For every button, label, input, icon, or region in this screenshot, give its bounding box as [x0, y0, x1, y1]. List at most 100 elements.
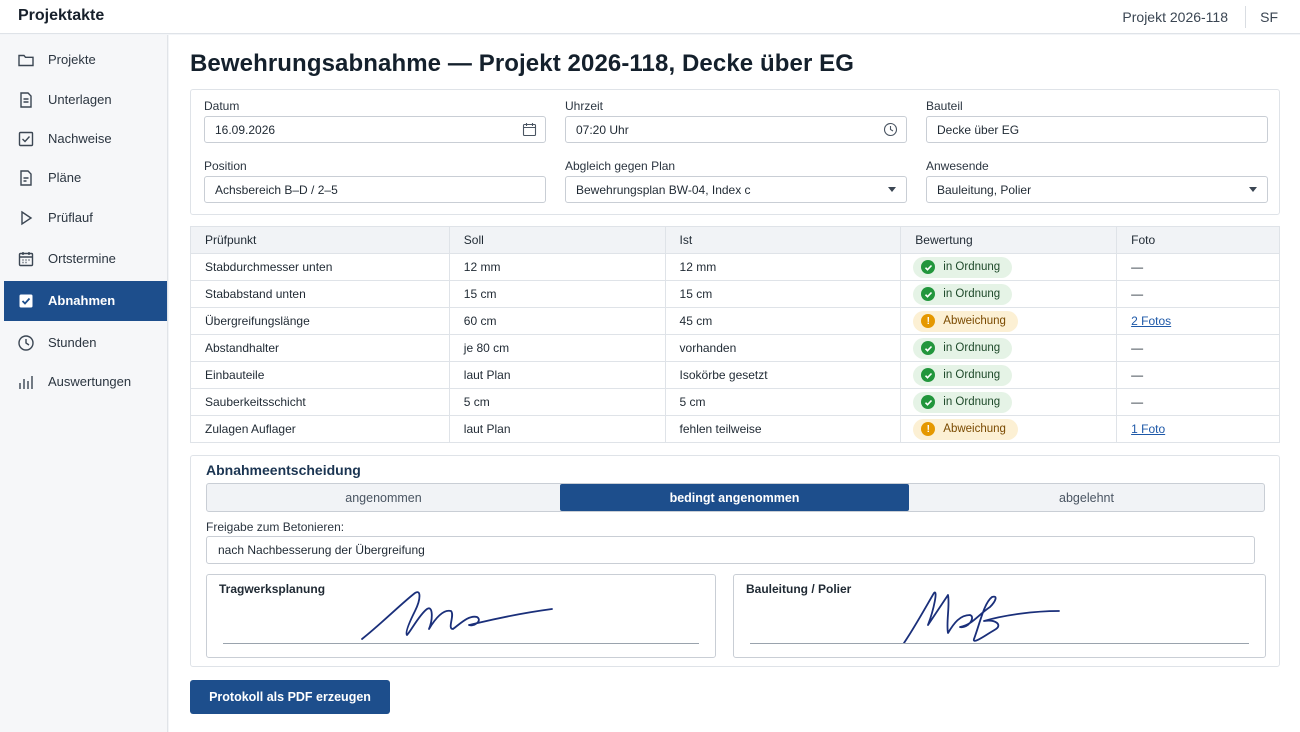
header-soll: Soll	[448, 226, 666, 254]
bar-chart-icon	[17, 373, 35, 391]
table-row: Sauberkeitsschicht 5 cm 5 cm in Ordnung —	[190, 388, 1280, 416]
cell-pruefpunkt: Übergreifungslänge	[190, 307, 450, 335]
page-title: Bewehrungsabnahme — Projekt 2026-118, De…	[190, 50, 855, 77]
datum-field[interactable]: 16.09.2026	[204, 116, 546, 143]
cell-ist: 12 mm	[664, 253, 902, 281]
table-row: Abstandhalter je 80 cm vorhanden in Ordnung…	[190, 334, 1280, 362]
datum-label: Datum	[204, 99, 240, 113]
sidebar-item-plaene[interactable]: Pläne	[4, 158, 167, 198]
status-badge-label: in Ordnung	[943, 342, 1001, 354]
warning-circle-icon: !	[921, 422, 936, 436]
cell-soll: laut Plan	[448, 415, 666, 443]
header-ist: Ist	[664, 226, 902, 254]
table-row: Stabdurchmesser unten 12 mm 12 mm in Ordnun…	[190, 253, 1280, 281]
signature-image	[361, 591, 553, 640]
bauteil-label: Bauteil	[926, 99, 963, 113]
cell-ist: vorhanden	[664, 334, 902, 362]
clock-icon	[17, 334, 35, 352]
clock-icon[interactable]	[883, 122, 898, 137]
status-badge-label: in Ordnung	[943, 288, 1001, 300]
status-badge: in Ordnung	[913, 364, 1013, 386]
signature-field-tragwerksplanung[interactable]: Tragwerksplanung	[206, 574, 716, 658]
photo-empty: —	[1131, 287, 1144, 301]
check-circle-icon	[921, 368, 936, 382]
anwesende-select[interactable]: Bauleitung, Polier	[926, 176, 1268, 203]
table-row: Einbauteile laut Plan Isokörbe gesetzt in O…	[190, 361, 1280, 389]
signature-field-bauleitung[interactable]: Bauleitung / Polier	[733, 574, 1266, 658]
sidebar-item-label: Prüflauf	[48, 210, 93, 225]
cell-pruefpunkt: Sauberkeitsschicht	[190, 388, 450, 416]
sidebar-item-auswertungen[interactable]: Auswertungen	[4, 362, 167, 402]
photo-link[interactable]: 2 Fotos	[1131, 314, 1171, 328]
sidebar-item-projekte[interactable]: Projekte	[4, 40, 167, 80]
project-label[interactable]: Projekt 2026-118	[1122, 9, 1228, 25]
top-bar: Projektakte Projekt 2026-118 SF	[0, 0, 1300, 34]
sidebar-item-abnahmen[interactable]: Abnahmen	[4, 281, 167, 321]
position-label: Position	[204, 159, 247, 173]
check-circle-icon	[921, 287, 936, 301]
cell-soll: je 80 cm	[448, 334, 666, 362]
option-angenommen[interactable]: angenommen	[207, 484, 560, 511]
photo-link[interactable]: 1 Foto	[1131, 422, 1165, 436]
sidebar-item-label: Nachweise	[48, 131, 112, 146]
table-row: Übergreifungslänge 60 cm 45 cm! Abweichung 2…	[190, 307, 1280, 335]
status-badge-label: in Ordnung	[943, 261, 1001, 273]
anwesende-value: Bauleitung, Polier	[937, 183, 1032, 197]
sidebar-item-unterlagen[interactable]: Unterlagen	[4, 80, 167, 120]
signature-image	[903, 591, 1060, 644]
check-circle-icon	[921, 341, 936, 355]
cell-pruefpunkt: Abstandhalter	[190, 334, 450, 362]
cell-soll: 60 cm	[448, 307, 666, 335]
form-card: Datum 16.09.2026 Uhrzeit 07:20 Uhr Baute…	[190, 89, 1280, 215]
play-icon	[17, 209, 35, 227]
cell-foto[interactable]: 1 Foto	[1116, 415, 1280, 443]
option-bedingt-angenommen[interactable]: bedingt angenommen	[560, 484, 909, 511]
cell-ist: 15 cm	[664, 280, 902, 308]
sidebar-item-nachweise[interactable]: Nachweise	[4, 119, 167, 159]
decision-segmented-control: angenommen bedingt angenommen abgelehnt	[206, 483, 1265, 512]
datum-value: 16.09.2026	[215, 123, 276, 137]
cell-foto[interactable]: 2 Fotos	[1116, 307, 1280, 335]
create-pdf-button[interactable]: Protokoll als PDF erzeugen	[190, 680, 390, 714]
status-badge: in Ordnung	[913, 391, 1013, 413]
cell-bewertung: ! Abweichung	[900, 307, 1118, 335]
sidebar: Projekte Unterlagen Nachweise Pläne Prüf…	[0, 35, 168, 732]
check-table: Prüfpunkt Soll Ist Bewertung Foto Stabdu…	[190, 226, 1280, 443]
check-circle-icon	[921, 395, 936, 409]
status-badge: ! Abweichung	[913, 310, 1018, 332]
app-title: Projektakte	[18, 7, 105, 24]
warning-circle-icon: !	[921, 314, 936, 328]
uhrzeit-field[interactable]: 07:20 Uhr	[565, 116, 907, 143]
sidebar-item-ortstermine[interactable]: Ortstermine	[4, 239, 167, 279]
sidebar-item-stunden[interactable]: Stunden	[4, 323, 167, 363]
abgleich-select[interactable]: Bewehrungsplan BW-04, Index c	[565, 176, 907, 203]
cell-bewertung: in Ordnung	[900, 361, 1118, 389]
header-pruefpunkt: Prüfpunkt	[190, 226, 450, 254]
status-badge-label: in Ordnung	[943, 369, 1001, 381]
table-header-row: Prüfpunkt Soll Ist Bewertung Foto	[190, 226, 1280, 254]
option-abgelehnt[interactable]: abgelehnt	[909, 484, 1264, 511]
chevron-down-icon[interactable]	[888, 187, 896, 192]
cell-soll: 5 cm	[448, 388, 666, 416]
position-field[interactable]: Achsbereich B–D / 2–5	[204, 176, 546, 203]
document-icon	[17, 91, 35, 109]
sidebar-item-label: Projekte	[48, 52, 96, 67]
uhrzeit-label: Uhrzeit	[565, 99, 604, 113]
bauteil-field[interactable]: Decke über EG	[926, 116, 1268, 143]
calendar-icon[interactable]	[522, 122, 537, 137]
table-row: Stababstand unten 15 cm 15 cm in Ordnung —	[190, 280, 1280, 308]
sidebar-item-label: Pläne	[48, 170, 82, 185]
check-square-icon	[17, 292, 35, 310]
sidebar-item-label: Ortstermine	[48, 251, 116, 266]
calendar-icon	[17, 250, 35, 268]
cell-foto: —	[1116, 253, 1280, 281]
decision-title: Abnahmeentscheidung	[206, 462, 361, 478]
cell-pruefpunkt: Stabdurchmesser unten	[190, 253, 450, 281]
release-input[interactable]: nach Nachbesserung der Übergreifung	[206, 536, 1255, 564]
user-avatar[interactable]: SF	[1260, 9, 1278, 25]
cell-ist: 5 cm	[664, 388, 902, 416]
divider	[1245, 6, 1246, 28]
cell-bewertung: in Ordnung	[900, 280, 1118, 308]
chevron-down-icon[interactable]	[1249, 187, 1257, 192]
sidebar-item-prueflauf[interactable]: Prüflauf	[4, 198, 167, 238]
